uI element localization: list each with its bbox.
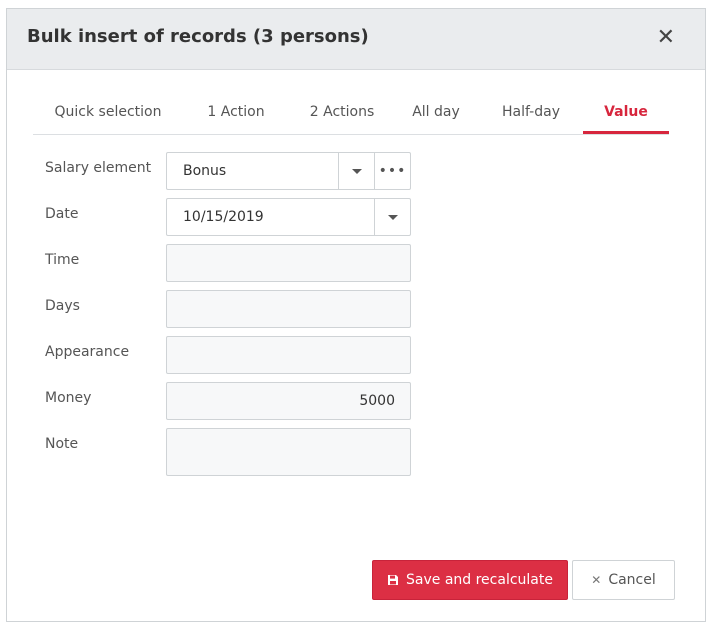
dialog-header: Bulk insert of records (3 persons) ✕ <box>7 9 705 70</box>
close-icon: ✕ <box>591 573 602 587</box>
date-value: 10/15/2019 <box>183 209 264 225</box>
time-label: Time <box>45 252 80 268</box>
tab-value[interactable]: Value <box>583 104 669 134</box>
appearance-label: Appearance <box>45 344 130 360</box>
tab-1-action[interactable]: 1 Action <box>191 104 281 134</box>
tab-2-actions[interactable]: 2 Actions <box>295 104 389 134</box>
money-label: Money <box>45 390 92 406</box>
note-textarea[interactable] <box>166 428 411 476</box>
save-icon <box>387 574 399 586</box>
appearance-input[interactable] <box>166 336 411 374</box>
bulk-insert-dialog: Bulk insert of records (3 persons) ✕ Qui… <box>6 8 706 622</box>
save-button-label: Save and recalculate <box>406 572 553 588</box>
chevron-down-icon <box>351 168 362 174</box>
dialog-title: Bulk insert of records (3 persons) <box>27 26 369 47</box>
days-input[interactable] <box>166 290 411 328</box>
tab-bar: Quick selection 1 Action 2 Actions All d… <box>33 99 669 135</box>
days-label: Days <box>45 298 80 314</box>
date-label: Date <box>45 206 79 222</box>
date-field[interactable]: 10/15/2019 <box>166 198 411 236</box>
chevron-down-icon <box>387 214 398 220</box>
more-icon: ••• <box>378 163 407 179</box>
salary-element-select[interactable]: Bonus ••• <box>166 152 411 190</box>
salary-element-dropdown-button[interactable] <box>338 153 374 189</box>
save-and-recalculate-button[interactable]: Save and recalculate <box>372 560 568 600</box>
date-dropdown-button[interactable] <box>374 199 410 235</box>
salary-element-label: Salary element <box>45 160 152 176</box>
close-icon[interactable]: ✕ <box>657 26 675 50</box>
cancel-button-label: Cancel <box>608 572 656 588</box>
cancel-button[interactable]: ✕ Cancel <box>572 560 675 600</box>
tab-half-day[interactable]: Half-day <box>491 104 571 134</box>
money-input[interactable]: 5000 <box>166 382 411 420</box>
tab-quick-selection[interactable]: Quick selection <box>45 104 171 134</box>
salary-element-more-button[interactable]: ••• <box>374 153 410 189</box>
tab-all-day[interactable]: All day <box>403 104 469 134</box>
time-input[interactable] <box>166 244 411 282</box>
note-label: Note <box>45 436 79 452</box>
salary-element-value: Bonus <box>183 163 227 179</box>
money-value: 5000 <box>359 393 395 409</box>
